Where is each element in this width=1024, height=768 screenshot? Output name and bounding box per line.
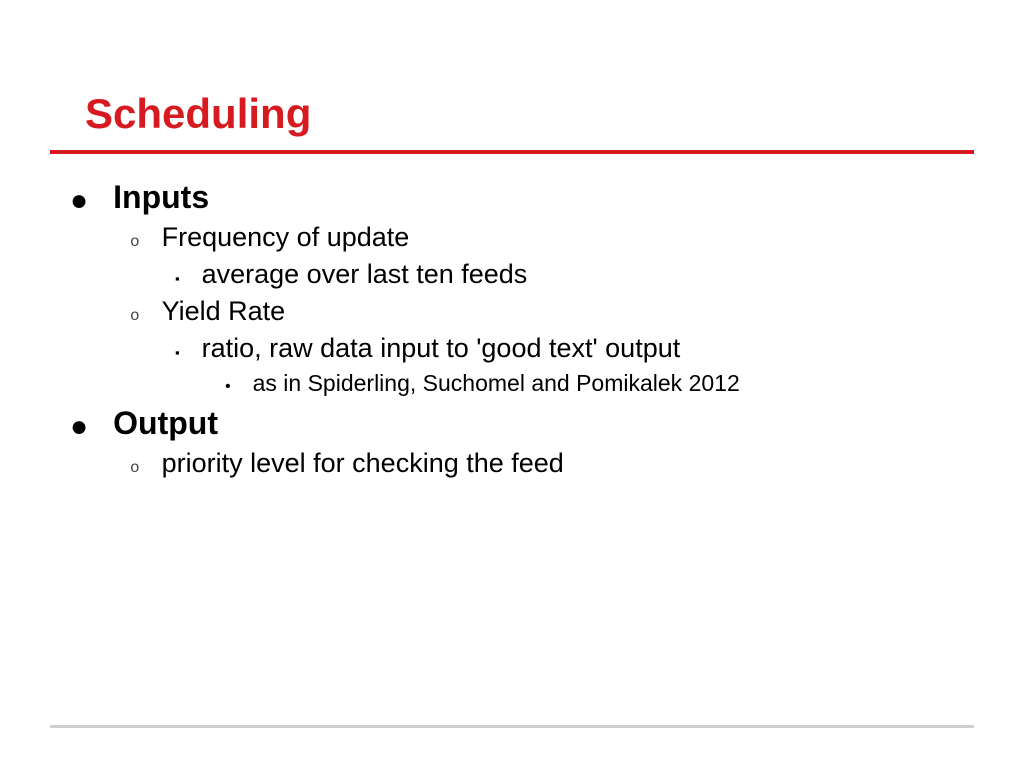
bullet-disc-icon: ● — [70, 186, 88, 216]
sublist: o priority level for checking the feed — [130, 448, 974, 479]
section-heading: Inputs — [113, 179, 209, 216]
title-divider — [50, 150, 974, 154]
slide-title: Scheduling — [85, 90, 974, 138]
slide: Scheduling ● Inputs o Frequency of updat… — [0, 0, 1024, 768]
bullet-square-icon: ▪ — [175, 271, 180, 286]
bullet-circle-icon: o — [130, 233, 140, 251]
item-text: Frequency of update — [162, 222, 410, 253]
bullet-square-icon: ▪ — [175, 345, 180, 360]
sublist: • as in Spiderling, Suchomel and Pomikal… — [225, 370, 974, 397]
sublist: ▪ average over last ten feeds — [175, 259, 974, 290]
bullet-circle-icon: o — [130, 307, 140, 325]
list-item: o Yield Rate — [130, 296, 974, 327]
sublist: o Frequency of update ▪ average over las… — [130, 222, 974, 397]
section-heading: Output — [113, 405, 218, 442]
item-text: Yield Rate — [162, 296, 286, 327]
bullet-disc-icon: ● — [70, 412, 88, 442]
list-item: ▪ average over last ten feeds — [175, 259, 974, 290]
sublist: ▪ ratio, raw data input to 'good text' o… — [175, 333, 974, 397]
section-output: ● Output o priority level for checking t… — [60, 405, 974, 479]
section-inputs: ● Inputs o Frequency of update ▪ average… — [60, 179, 974, 397]
item-text: ratio, raw data input to 'good text' out… — [202, 333, 681, 364]
item-text: as in Spiderling, Suchomel and Pomikalek… — [253, 370, 740, 397]
footer-divider — [50, 725, 974, 728]
list-item: • as in Spiderling, Suchomel and Pomikal… — [225, 370, 974, 397]
list-item: ▪ ratio, raw data input to 'good text' o… — [175, 333, 974, 364]
list-item: o Frequency of update — [130, 222, 974, 253]
item-text: average over last ten feeds — [202, 259, 528, 290]
item-text: priority level for checking the feed — [162, 448, 564, 479]
list-item: o priority level for checking the feed — [130, 448, 974, 479]
bullet-circle-icon: o — [130, 459, 140, 477]
list-item: ● Inputs — [60, 179, 974, 216]
bullet-dot-icon: • — [225, 378, 231, 396]
slide-content: ● Inputs o Frequency of update ▪ average… — [50, 179, 974, 479]
list-item: ● Output — [60, 405, 974, 442]
